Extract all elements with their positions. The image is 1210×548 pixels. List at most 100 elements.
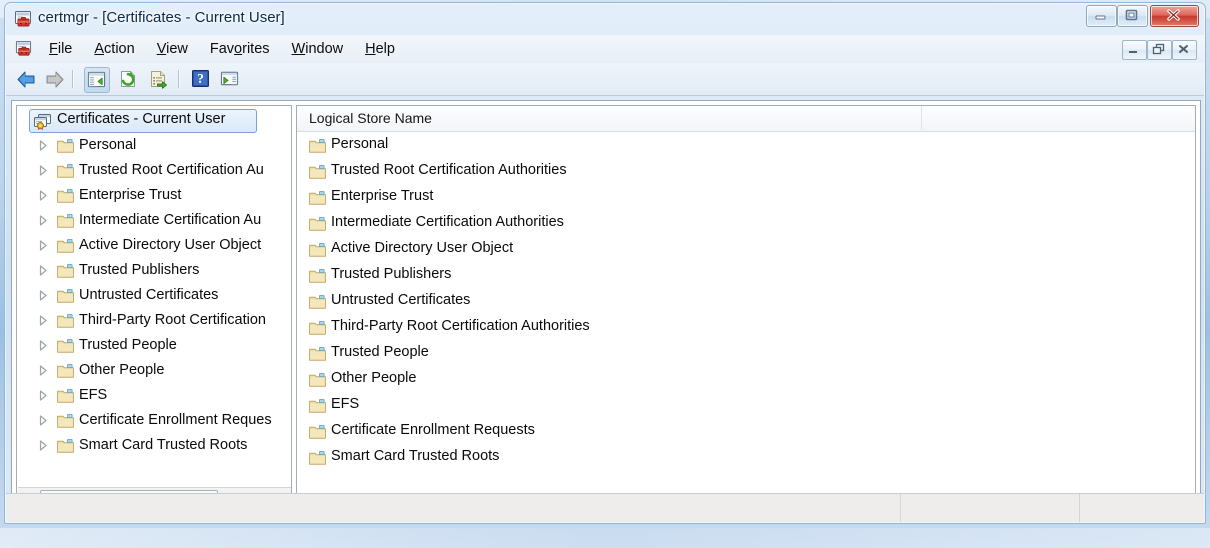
tree-node-certificate-enrollment-requests[interactable]: Certificate Enrollment Reques — [17, 409, 291, 434]
menu-view-post: iew — [166, 41, 188, 57]
folder-icon — [57, 313, 74, 328]
folder-icon — [309, 190, 326, 205]
tree-node-enterprise-trust[interactable]: Enterprise Trust — [17, 184, 291, 209]
list-item[interactable]: Enterprise Trust — [297, 185, 1195, 211]
tree-node-smart-card-trusted-roots[interactable]: Smart Card Trusted Roots — [17, 434, 291, 459]
tree-node-label: EFS — [79, 387, 108, 403]
forward-button[interactable] — [42, 67, 66, 91]
folder-icon — [57, 363, 74, 378]
list-item[interactable]: Active Directory User Object — [297, 237, 1195, 263]
menu-help-post: elp — [375, 41, 395, 57]
maximize-button[interactable] — [1117, 5, 1148, 27]
menu-item-window[interactable]: Window — [281, 38, 355, 60]
result-list: Personal Trusted Root Certification Auth… — [297, 133, 1195, 471]
tree-node-intermediate-certification-authorities[interactable]: Intermediate Certification Au — [17, 209, 291, 234]
list-item[interactable]: Intermediate Certification Authorities — [297, 211, 1195, 237]
tree-node-label: Certificates - Current User — [57, 111, 226, 127]
folder-icon — [309, 216, 326, 231]
svg-text:?: ? — [197, 71, 204, 86]
folder-icon — [309, 294, 326, 309]
folder-icon — [309, 242, 326, 257]
status-bar — [6, 493, 1204, 522]
list-item-label: EFS — [331, 396, 360, 412]
show-action-pane-button[interactable] — [218, 67, 242, 91]
tree-node-trusted-root-certification-authorities[interactable]: Trusted Root Certification Au — [17, 159, 291, 184]
list-item[interactable]: Certificate Enrollment Requests — [297, 419, 1195, 445]
menu-favorites-pre: Fav — [209, 41, 235, 57]
mdi-close-button[interactable] — [1172, 40, 1197, 60]
menu-item-action[interactable]: Action — [83, 38, 145, 60]
menu-help-accel: H — [365, 41, 376, 57]
show-hide-tree-icon — [87, 71, 106, 88]
tree-node-root[interactable]: Certificates - Current User — [17, 108, 291, 134]
column-header-label: Logical Store Name — [309, 110, 432, 126]
tree-node-trusted-publishers[interactable]: Trusted Publishers — [17, 259, 291, 284]
menu-favorites-accel: o — [234, 41, 243, 57]
help-icon: ? — [192, 70, 209, 87]
folder-icon — [309, 450, 326, 465]
tree-node-label: Personal — [79, 137, 137, 153]
tree-node-active-directory-user-object[interactable]: Active Directory User Object — [17, 234, 291, 259]
tree-node-personal[interactable]: Personal — [17, 134, 291, 159]
menu-item-help[interactable]: Help — [354, 38, 406, 60]
folder-icon — [57, 163, 74, 178]
menu-item-view[interactable]: View — [146, 38, 199, 60]
console-tree-pane[interactable]: Certificates - Current User Personal Tru… — [16, 105, 292, 509]
list-item[interactable]: Personal — [297, 133, 1195, 159]
back-button[interactable] — [14, 67, 38, 91]
forward-arrow-icon — [46, 71, 64, 88]
tree-node-efs[interactable]: EFS — [17, 384, 291, 409]
action-pane-icon — [220, 71, 239, 86]
list-item-label: Trusted Publishers — [331, 266, 452, 282]
list-item[interactable]: Other People — [297, 367, 1195, 393]
mdi-client-area: Certificates - Current User Personal Tru… — [11, 100, 1201, 518]
list-item-label: Trusted People — [331, 344, 429, 360]
list-item-label: Certificate Enrollment Requests — [331, 422, 535, 438]
export-list-button[interactable] — [146, 67, 170, 91]
mdi-minimize-button[interactable] — [1122, 40, 1147, 60]
tree-node-label: Enterprise Trust — [79, 187, 182, 203]
list-item-label: Intermediate Certification Authorities — [331, 214, 564, 230]
list-item[interactable]: Untrusted Certificates — [297, 289, 1195, 315]
tree-node-third-party-root-certification-authorities[interactable]: Third-Party Root Certification — [17, 309, 291, 334]
list-item[interactable]: Trusted Publishers — [297, 263, 1195, 289]
mdi-restore-button[interactable] — [1147, 40, 1172, 60]
tree-node-trusted-people[interactable]: Trusted People — [17, 334, 291, 359]
menu-item-favorites[interactable]: Favorites — [199, 38, 281, 60]
folder-icon — [309, 268, 326, 283]
folder-icon — [309, 164, 326, 179]
folder-icon — [57, 338, 74, 353]
tree-node-label: Certificate Enrollment Reques — [79, 412, 272, 428]
menu-view-accel: V — [156, 41, 167, 57]
folder-icon — [57, 388, 74, 403]
title-bar[interactable]: certmgr - [Certificates - Current User] — [5, 3, 1205, 35]
help-button[interactable]: ? — [189, 67, 213, 91]
list-item[interactable]: Third-Party Root Certification Authoriti… — [297, 315, 1195, 341]
column-header-logical-store-name[interactable]: Logical Store Name — [297, 106, 922, 130]
refresh-button[interactable] — [116, 67, 140, 91]
folder-icon — [309, 424, 326, 439]
list-item-label: Personal — [331, 136, 389, 152]
list-item[interactable]: Smart Card Trusted Roots — [297, 445, 1195, 471]
minimize-button[interactable] — [1086, 5, 1117, 27]
folder-icon — [57, 288, 74, 303]
show-tree-button[interactable] — [84, 67, 110, 93]
tree-node-label: Trusted People — [79, 337, 177, 353]
tree-node-other-people[interactable]: Other People — [17, 359, 291, 384]
menu-item-file[interactable]: File — [38, 38, 83, 60]
folder-icon — [57, 213, 74, 228]
menu-file-post: ile — [57, 41, 73, 57]
list-item[interactable]: Trusted Root Certification Authorities — [297, 159, 1195, 185]
refresh-icon — [121, 71, 135, 87]
window-title: certmgr - [Certificates - Current User] — [38, 9, 285, 26]
list-item-label: Smart Card Trusted Roots — [331, 448, 500, 464]
menu-action-accel: A — [94, 41, 105, 57]
result-list-pane[interactable]: Logical Store Name Personal Trusted Root… — [296, 105, 1196, 509]
list-item-label: Enterprise Trust — [331, 188, 434, 204]
column-header-spacer[interactable] — [922, 106, 1195, 130]
tree-node-untrusted-certificates[interactable]: Untrusted Certificates — [17, 284, 291, 309]
list-item[interactable]: EFS — [297, 393, 1195, 419]
close-button[interactable] — [1150, 5, 1199, 27]
list-item[interactable]: Trusted People — [297, 341, 1195, 367]
tree-node-label: Third-Party Root Certification — [79, 312, 266, 328]
